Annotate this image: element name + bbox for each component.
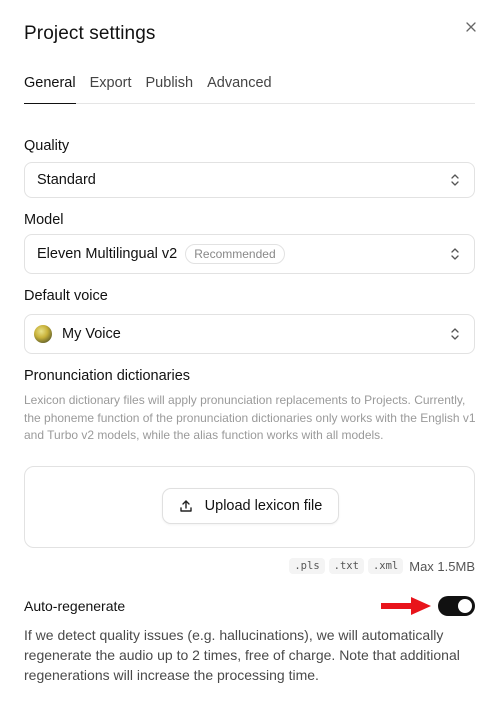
tab-general[interactable]: General <box>24 73 76 104</box>
max-file-size: Max 1.5MB <box>409 558 475 574</box>
settings-tabs: General Export Publish Advanced <box>24 73 475 104</box>
red-arrow-icon <box>381 597 431 615</box>
voice-label: Default voice <box>24 288 108 304</box>
format-chip: .txt <box>328 558 364 574</box>
recommended-badge: Recommended <box>185 244 285 264</box>
voice-avatar <box>34 325 52 343</box>
upload-icon <box>179 500 192 512</box>
upload-lexicon-label: Upload lexicon file <box>204 498 323 514</box>
voice-value: My Voice <box>62 326 121 342</box>
lexicon-dropzone[interactable]: Upload lexicon file <box>24 466 475 548</box>
tab-advanced[interactable]: Advanced <box>207 73 272 104</box>
voice-select[interactable]: My Voice <box>24 314 475 354</box>
pronunciation-label: Pronunciation dictionaries <box>24 368 191 384</box>
dialog-title: Project settings <box>24 23 156 44</box>
auto-regenerate-toggle[interactable] <box>438 596 475 616</box>
auto-regenerate-label: Auto-regenerate <box>24 598 126 614</box>
format-chip: .pls <box>289 558 325 574</box>
chevron-up-down-icon <box>451 248 459 260</box>
close-icon[interactable] <box>462 18 480 36</box>
model-value: Eleven Multilingual v2 <box>37 246 178 262</box>
auto-regenerate-description: If we detect quality issues (e.g. halluc… <box>24 627 460 683</box>
quality-select[interactable]: Standard <box>24 162 475 198</box>
toggle-knob <box>458 599 472 613</box>
quality-value: Standard <box>37 172 96 188</box>
model-label: Model <box>24 212 64 228</box>
chevron-up-down-icon <box>451 328 459 340</box>
upload-lexicon-button[interactable]: Upload lexicon file <box>162 488 339 524</box>
project-settings-dialog: Project settings General Export Publish … <box>0 0 498 713</box>
tab-publish[interactable]: Publish <box>146 73 194 104</box>
accepted-formats: .pls .txt .xml Max 1.5MB <box>285 558 475 574</box>
model-select[interactable]: Eleven Multilingual v2 Recommended <box>24 234 475 274</box>
chevron-up-down-icon <box>451 174 459 186</box>
quality-label: Quality <box>24 138 70 154</box>
tab-export[interactable]: Export <box>90 73 132 104</box>
format-chip: .xml <box>367 558 404 574</box>
pronunciation-description: Lexicon dictionary files will apply pron… <box>24 393 476 442</box>
